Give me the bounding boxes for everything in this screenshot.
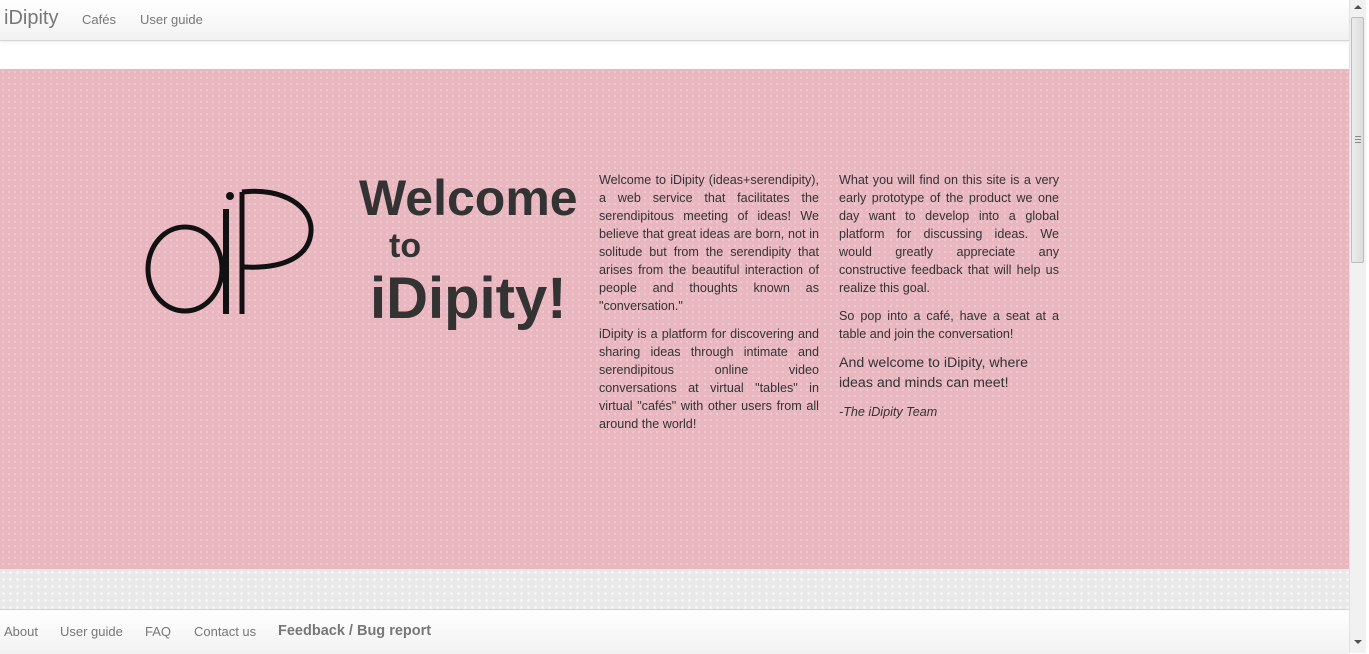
welcome-closing: And welcome to iDipity, where ideas and …	[839, 355, 1028, 391]
feedback-bug-report-link[interactable]: Feedback / Bug report	[278, 623, 431, 639]
intro-column-right: What you will find on this site is a ver…	[839, 171, 1059, 431]
team-signature: -The iDipity Team	[839, 405, 938, 419]
intro-column-left: Welcome to iDipity (ideas+serendipity), …	[599, 171, 819, 443]
intro-paragraph-2: iDipity is a platform for discovering an…	[599, 327, 819, 431]
welcome-title-line2: to	[389, 227, 422, 265]
scroll-up-arrow-icon[interactable]	[1354, 5, 1362, 9]
intro-paragraph-4: So pop into a café, have a seat at a tab…	[839, 309, 1059, 341]
nav-link-user-guide[interactable]: User guide	[140, 12, 203, 27]
vertical-scrollbar[interactable]	[1349, 0, 1366, 653]
pattern-divider	[0, 569, 1349, 609]
hero-banner: Welcome to iDipity! Welcome to iDipity (…	[0, 69, 1349, 569]
nav-link-cafes[interactable]: Cafés	[82, 12, 116, 27]
scroll-down-arrow-icon[interactable]	[1354, 640, 1362, 644]
footer-link-about[interactable]: About	[4, 624, 38, 639]
top-navbar: iDipity Cafés User guide	[0, 0, 1349, 41]
welcome-title-line1: Welcome	[359, 170, 578, 226]
grip-line	[1355, 139, 1361, 140]
grip-line	[1355, 142, 1361, 143]
grip-line	[1355, 136, 1361, 137]
idipity-logo-icon	[145, 188, 314, 314]
footer-link-faq[interactable]: FAQ	[145, 624, 171, 639]
footer-bar: About User guide FAQ Contact us Feedback…	[0, 609, 1349, 654]
brand-link[interactable]: iDipity	[4, 7, 58, 30]
intro-paragraph-3: What you will find on this site is a ver…	[839, 173, 1059, 295]
footer-link-contact[interactable]: Contact us	[194, 624, 256, 639]
footer-link-user-guide[interactable]: User guide	[60, 624, 123, 639]
welcome-title-line3: iDipity!	[370, 266, 567, 331]
intro-paragraph-1: Welcome to iDipity (ideas+serendipity), …	[599, 173, 819, 313]
scrollbar-thumb[interactable]	[1351, 17, 1364, 263]
